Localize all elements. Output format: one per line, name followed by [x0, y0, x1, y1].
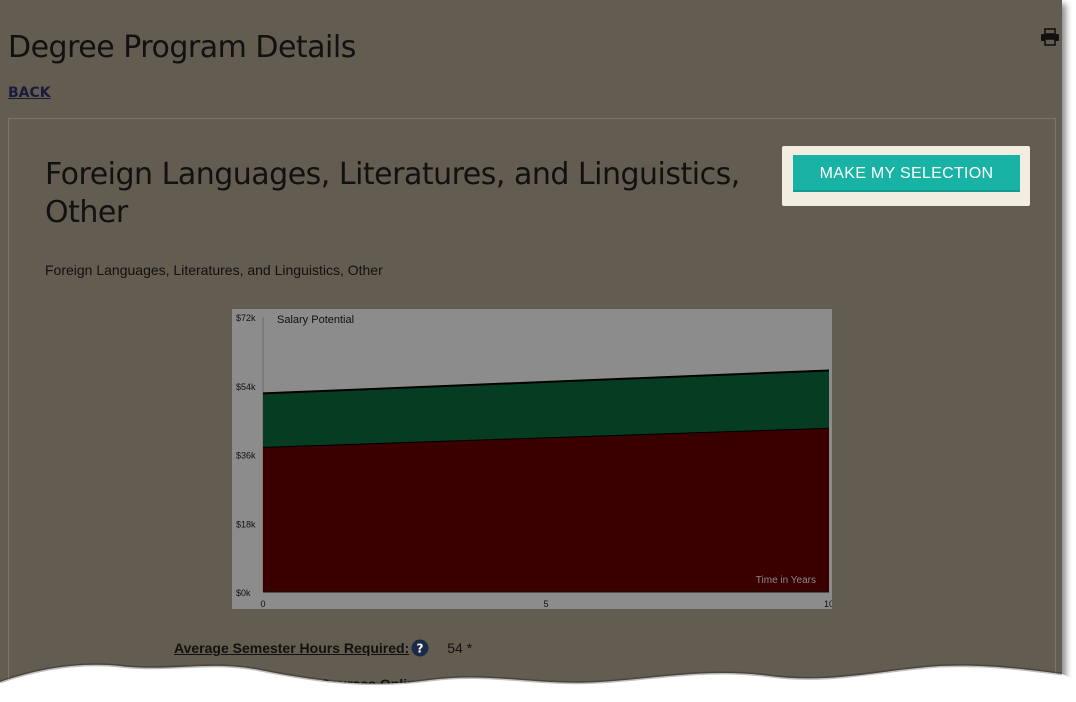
x-tick-label: 5	[543, 599, 548, 609]
x-axis-label: Time in Years	[756, 575, 816, 586]
chart-title: Salary Potential	[277, 314, 354, 326]
y-tick-label: $0k	[236, 588, 251, 598]
print-icon[interactable]	[1040, 28, 1060, 46]
back-link[interactable]: BACK	[8, 85, 51, 101]
page-title: Degree Program Details	[8, 30, 356, 65]
y-tick-label: $18k	[236, 519, 256, 529]
y-tick-label: $54k	[236, 382, 256, 392]
y-tick-label: $72k	[236, 313, 256, 323]
program-subtitle: Foreign Languages, Literatures, and Ling…	[45, 262, 383, 278]
area-series-0	[263, 427, 829, 592]
y-tick-label: $36k	[236, 451, 256, 461]
torn-edge	[0, 663, 1076, 702]
x-tick-label: 10	[824, 599, 832, 609]
salary-chart: $0k $18k $36k $54k $72k 0 5 10 Salary Potential T…	[232, 309, 832, 609]
page: Degree Program Details BACK Foreign Lang…	[0, 0, 1062, 702]
x-tick-label: 0	[260, 599, 265, 609]
make-my-selection-button[interactable]: MAKE MY SELECTION	[793, 155, 1020, 192]
program-title: Foreign Languages, Literatures, and Ling…	[45, 157, 740, 230]
